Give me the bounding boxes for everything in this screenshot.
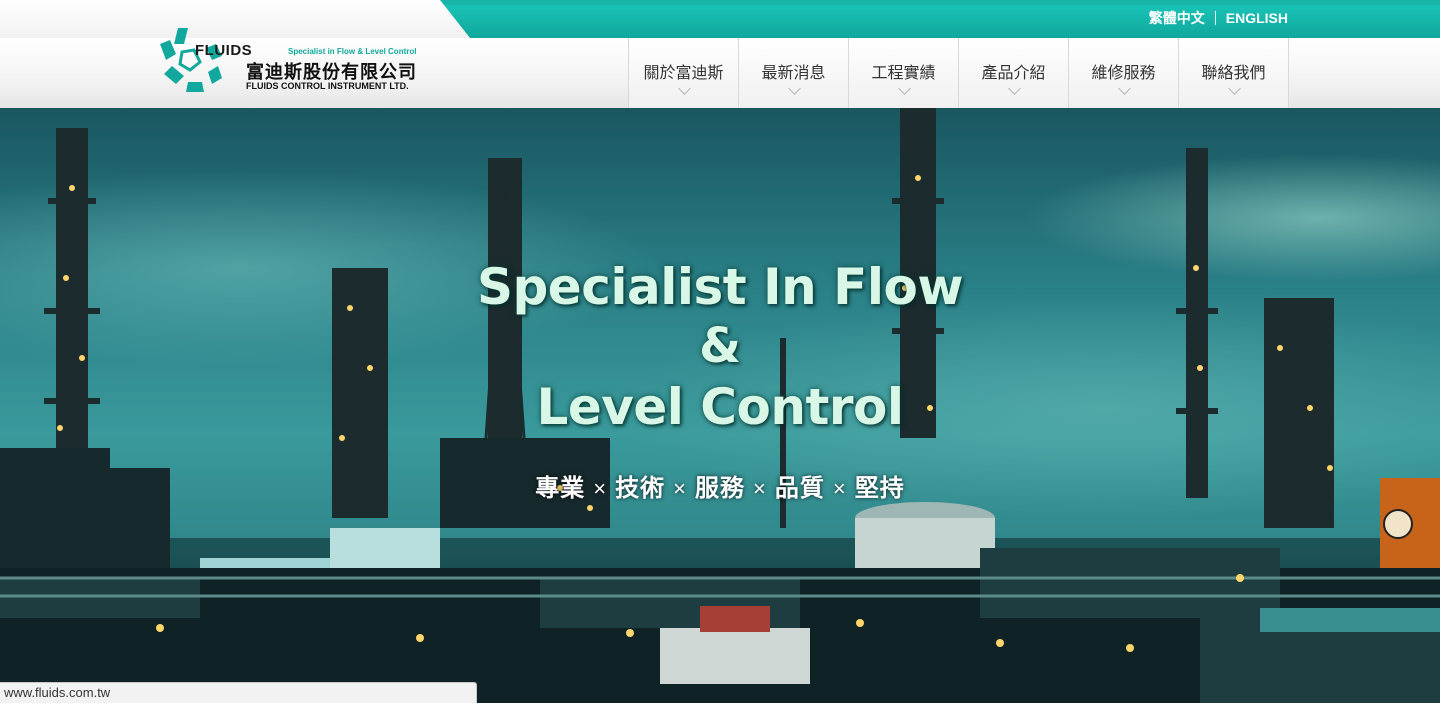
hero-banner: Specialist In Flow & Level Control 專業 × 技術… — [0, 108, 1440, 703]
logo-tagline: Specialist in Flow & Level Control — [288, 47, 417, 56]
slogan-word: 專業 — [535, 475, 586, 502]
nav-item-repair[interactable]: 維修服務 — [1068, 38, 1178, 108]
logo-company-name-en: FLUIDS CONTROL INSTRUMENT LTD. — [246, 81, 409, 91]
hero-headline-line-2: & — [699, 318, 741, 374]
lang-traditional-chinese-link[interactable]: 繁體中文 — [1149, 8, 1205, 28]
nav-item-about[interactable]: 關於富迪斯 — [628, 38, 738, 108]
lang-english-link[interactable]: ENGLISH — [1226, 10, 1288, 26]
fluids-star-icon — [160, 28, 222, 92]
nav-item-label: 維修服務 — [1091, 65, 1156, 82]
nav-item-label: 產品介紹 — [981, 65, 1046, 82]
nav-item-projects[interactable]: 工程實績 — [848, 38, 958, 108]
chevron-down-icon — [897, 82, 911, 95]
status-bar-url: www.fluids.com.tw — [0, 682, 477, 703]
slogan-separator: × — [593, 476, 608, 501]
nav-item-products[interactable]: 產品介紹 — [958, 38, 1068, 108]
nav-item-label: 聯絡我們 — [1201, 65, 1266, 82]
slogan-word: 服務 — [695, 475, 745, 502]
nav-item-label: 工程實績 — [871, 65, 936, 82]
nav-item-label: 關於富迪斯 — [643, 65, 724, 82]
chevron-down-icon — [1227, 82, 1241, 95]
chevron-down-icon — [1117, 82, 1131, 95]
hero-headline-line-3: Level Control — [536, 378, 904, 436]
nav-item-contact[interactable]: 聯絡我們 — [1178, 38, 1289, 108]
slogan-separator: × — [832, 476, 847, 501]
hero-headline-line-1: Specialist In Flow — [476, 258, 964, 316]
nav-item-news[interactable]: 最新消息 — [738, 38, 848, 108]
language-switch: 繁體中文 ENGLISH — [1149, 9, 1288, 27]
nav-item-label: 最新消息 — [761, 65, 826, 82]
logo-brand: FLUIDS — [195, 42, 253, 59]
chevron-down-icon — [1007, 82, 1021, 95]
site-header: FLUIDS Specialist in Flow & Level Contro… — [0, 28, 1440, 109]
chevron-down-icon — [677, 82, 691, 95]
slogan-separator: × — [753, 476, 767, 501]
lang-divider — [1214, 11, 1216, 25]
slogan-separator: × — [673, 476, 687, 501]
slogan-word: 品質 — [774, 475, 825, 502]
company-logo[interactable]: FLUIDS Specialist in Flow & Level Contro… — [158, 26, 428, 96]
hero-slogan: 專業 × 技術 × 服務 × 品質 × 堅持 — [0, 468, 1440, 503]
slogan-word: 堅持 — [854, 475, 905, 502]
slogan-word: 技術 — [615, 475, 666, 502]
main-nav: 關於富迪斯 最新消息 工程實績 產品介紹 維修服務 聯絡我們 — [628, 38, 1289, 108]
chevron-down-icon — [787, 82, 801, 95]
